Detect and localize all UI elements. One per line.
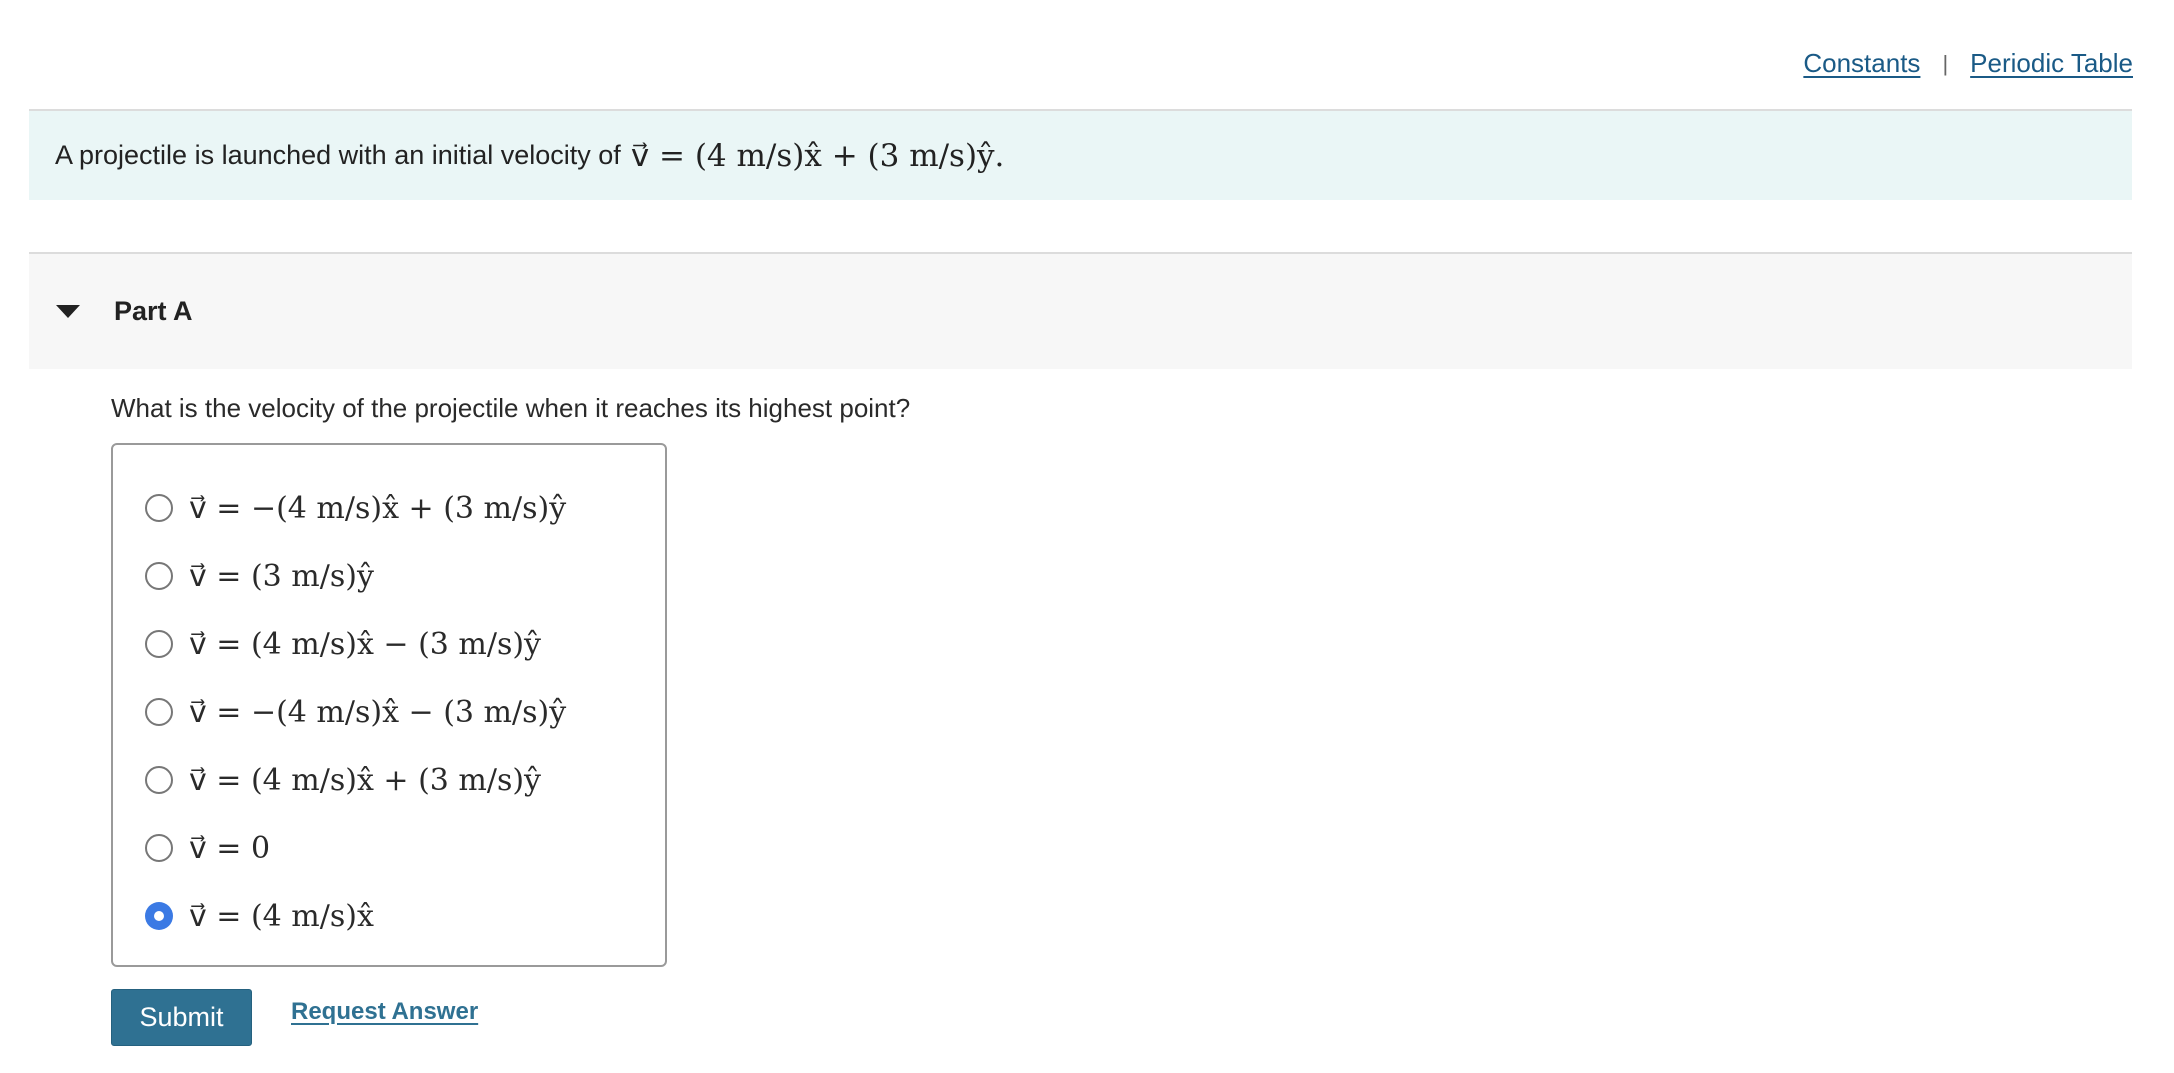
option-label: v⃗ = (4 m/s)x̂ + (3 m/s)ŷ — [189, 762, 542, 798]
intro-text: A projectile is launched with an initial… — [55, 140, 621, 170]
answer-options: v⃗ = −(4 m/s)x̂ + (3 m/s)ŷ v⃗ = (3 m/s)ŷ… — [111, 443, 667, 967]
link-separator: | — [1942, 50, 1949, 76]
question-text: What is the velocity of the projectile w… — [111, 393, 911, 423]
option-label: v⃗ = (4 m/s)x̂ − (3 m/s)ŷ — [189, 626, 542, 662]
option-3[interactable]: v⃗ = (4 m/s)x̂ − (3 m/s)ŷ — [113, 610, 665, 678]
option-6[interactable]: v⃗ = 0 — [113, 814, 665, 882]
page: Constants | Periodic Table A projectile … — [0, 0, 2174, 1073]
option-label: v⃗ = −(4 m/s)x̂ − (3 m/s)ŷ — [189, 694, 567, 730]
part-a-header[interactable]: Part A — [29, 252, 2132, 369]
option-label: v⃗ = (3 m/s)ŷ — [189, 558, 374, 594]
option-7[interactable]: v⃗ = (4 m/s)x̂ — [113, 882, 665, 950]
part-title: Part A — [114, 296, 193, 326]
intro-formula: v⃗ = (4 m/s)x̂ + (3 m/s)ŷ. — [630, 137, 1005, 174]
periodic-table-link[interactable]: Periodic Table — [1970, 48, 2133, 79]
problem-intro: A projectile is launched with an initial… — [29, 109, 2132, 200]
caret-down-icon[interactable] — [56, 305, 80, 318]
top-links: Constants | Periodic Table — [1803, 48, 2133, 79]
option-label: v⃗ = 0 — [189, 830, 271, 866]
option-1[interactable]: v⃗ = −(4 m/s)x̂ + (3 m/s)ŷ — [113, 474, 665, 542]
submit-button[interactable]: Submit — [111, 989, 252, 1046]
radio-button[interactable] — [145, 494, 173, 522]
radio-button[interactable] — [145, 630, 173, 658]
radio-button[interactable] — [145, 562, 173, 590]
option-label: v⃗ = (4 m/s)x̂ — [189, 898, 374, 934]
constants-link[interactable]: Constants — [1803, 48, 1920, 79]
radio-button[interactable] — [145, 698, 173, 726]
option-2[interactable]: v⃗ = (3 m/s)ŷ — [113, 542, 665, 610]
option-5[interactable]: v⃗ = (4 m/s)x̂ + (3 m/s)ŷ — [113, 746, 665, 814]
radio-button-selected[interactable] — [145, 902, 173, 930]
radio-button[interactable] — [145, 766, 173, 794]
radio-button[interactable] — [145, 834, 173, 862]
option-label: v⃗ = −(4 m/s)x̂ + (3 m/s)ŷ — [189, 490, 567, 526]
option-4[interactable]: v⃗ = −(4 m/s)x̂ − (3 m/s)ŷ — [113, 678, 665, 746]
request-answer-link[interactable]: Request Answer — [291, 998, 478, 1026]
